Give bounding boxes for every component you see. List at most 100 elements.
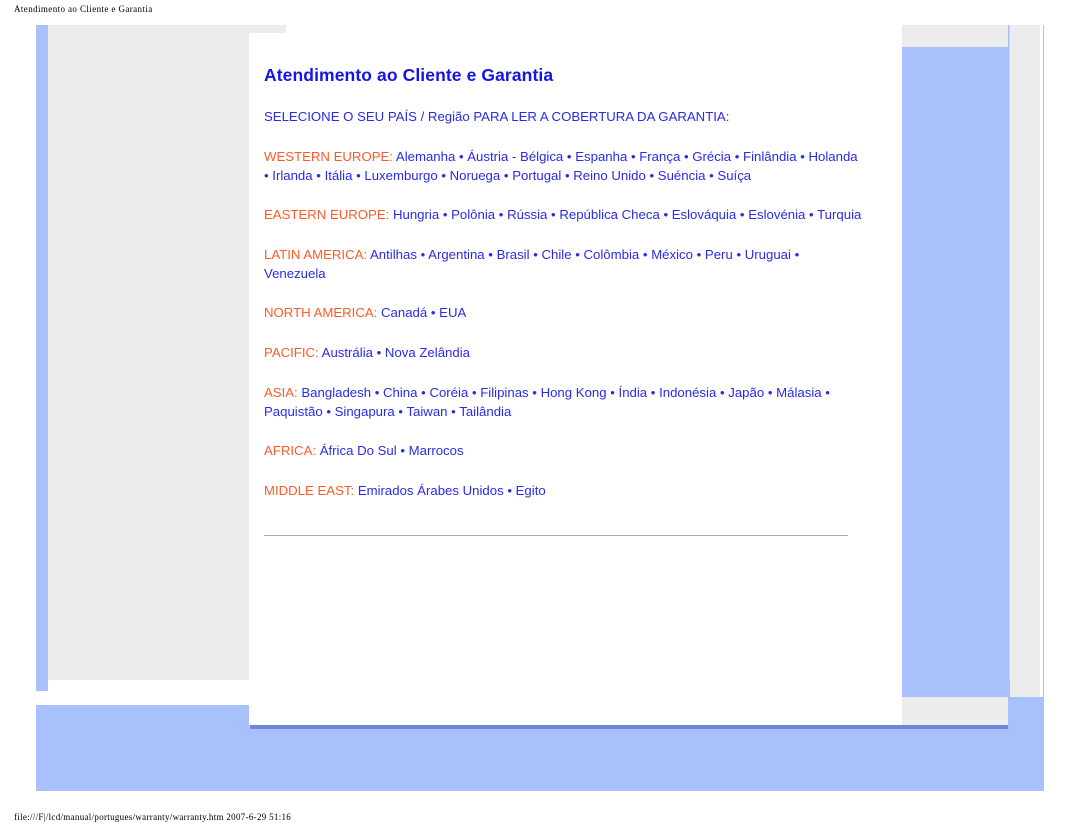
country-link[interactable]: República Checa <box>559 207 659 222</box>
country-link[interactable]: Indonésia <box>659 385 716 400</box>
bullet-separator: • <box>563 148 576 164</box>
bullet-separator: • <box>659 207 672 223</box>
country-link[interactable]: China <box>383 385 417 400</box>
country-link[interactable]: Hungria <box>393 207 439 222</box>
country-link[interactable]: Reino Unido <box>573 168 646 183</box>
country-link[interactable]: Paquistão <box>264 404 323 419</box>
bullet-separator: • <box>484 247 497 263</box>
country-link[interactable]: Suéncia <box>658 168 706 183</box>
country-link[interactable]: Índia <box>619 385 648 400</box>
bullet-separator: • <box>647 384 660 400</box>
bullet-separator: • <box>547 207 560 223</box>
country-link[interactable]: Luxemburgo <box>364 168 437 183</box>
bullet-separator: • <box>796 148 809 164</box>
country-link[interactable]: Suíça <box>717 168 751 183</box>
country-link[interactable]: África Do Sul <box>320 443 397 458</box>
select-country-instruction: SELECIONE O SEU PAÍS / Região PARA LER A… <box>264 109 730 124</box>
country-link[interactable]: Málasia <box>776 385 821 400</box>
country-link[interactable]: Peru <box>705 247 733 262</box>
bullet-separator: • <box>680 148 693 164</box>
country-link[interactable]: Filipinas <box>480 385 528 400</box>
country-link[interactable]: Grécia <box>692 149 731 164</box>
country-link[interactable]: Emirados Árabes Unidos <box>358 483 504 498</box>
bullet-separator: • <box>417 384 430 400</box>
content-divider <box>264 534 848 536</box>
country-link[interactable]: Venezuela <box>264 266 326 281</box>
bullet-separator: • <box>372 345 385 361</box>
right-vertical-rule <box>1009 25 1010 680</box>
bullet-separator: • <box>371 384 384 400</box>
country-link[interactable]: Rússia <box>507 207 547 222</box>
country-link[interactable]: Turquia <box>817 207 861 222</box>
country-link[interactable]: Eslováquia <box>672 207 737 222</box>
bullet-separator: • <box>437 167 450 183</box>
country-link[interactable]: Chile <box>542 247 572 262</box>
region-label: PACIFIC: <box>264 345 319 361</box>
bullet-separator: • <box>561 167 574 183</box>
country-link[interactable]: Singapura <box>335 404 395 419</box>
bullet-separator: • <box>571 247 584 263</box>
country-link[interactable]: Noruega <box>450 168 501 183</box>
country-link[interactable]: Áustria - Bélgica <box>467 149 563 164</box>
country-link[interactable]: Hong Kong <box>541 385 607 400</box>
country-link[interactable]: México <box>651 247 693 262</box>
region-block: EASTERN EUROPE: Hungria • Polônia • Rúss… <box>264 206 864 225</box>
region-block: LATIN AMERICA: Antilhas • Argentina • Br… <box>264 246 864 283</box>
country-link[interactable]: Espanha <box>575 149 627 164</box>
country-link[interactable]: Coréia <box>429 385 468 400</box>
region-label: ASIA: <box>264 384 298 400</box>
country-link[interactable]: Egito <box>516 483 546 498</box>
country-link[interactable]: Argentina <box>428 247 484 262</box>
bullet-separator: • <box>468 384 481 400</box>
bottom-white-band <box>249 697 902 725</box>
bullet-separator: • <box>805 207 818 223</box>
country-link[interactable]: Austrália <box>322 345 373 360</box>
bullet-separator: • <box>427 305 440 321</box>
region-list: WESTERN EUROPE: Alemanha • Áustria - Bél… <box>264 148 864 501</box>
bullet-separator: • <box>764 384 777 400</box>
country-link[interactable]: Marrocos <box>409 443 464 458</box>
bullet-separator: • <box>529 247 542 263</box>
right-blue-block <box>902 47 1010 699</box>
region-label: LATIN AMERICA: <box>264 247 368 263</box>
country-link[interactable]: Itália <box>325 168 353 183</box>
country-link[interactable]: Japão <box>728 385 764 400</box>
country-link[interactable]: Tailândia <box>459 404 511 419</box>
bullet-separator: • <box>732 247 745 263</box>
country-link[interactable]: Alemanha <box>396 149 455 164</box>
region-label: AFRICA: <box>264 443 317 459</box>
country-link[interactable]: Nova Zelândia <box>385 345 470 360</box>
bottom-shadow-bar <box>250 725 1008 729</box>
country-link[interactable]: Taiwan <box>406 404 447 419</box>
region-label: MIDDLE EAST: <box>264 483 355 499</box>
bullet-separator: • <box>639 247 652 263</box>
country-link[interactable]: Brasil <box>497 247 530 262</box>
bullet-separator: • <box>627 148 640 164</box>
country-link[interactable]: EUA <box>439 305 466 320</box>
country-link[interactable]: Irlanda <box>272 168 312 183</box>
country-link[interactable]: Uruguai <box>745 247 791 262</box>
country-link[interactable]: Portugal <box>512 168 561 183</box>
bullet-separator: • <box>495 207 508 223</box>
bullet-separator: • <box>396 443 409 459</box>
country-link[interactable]: Colômbia <box>584 247 640 262</box>
bullet-separator: • <box>528 384 541 400</box>
bullet-separator: • <box>416 247 429 263</box>
page-title: Atendimento ao Cliente e Garantia <box>264 65 554 85</box>
bullet-separator: • <box>352 167 365 183</box>
bullet-separator: • <box>447 403 460 419</box>
country-link[interactable]: Bangladesh <box>301 385 371 400</box>
country-link[interactable]: Eslovénia <box>748 207 805 222</box>
country-link[interactable]: Antilhas <box>370 247 417 262</box>
country-link[interactable]: Finlândia <box>743 149 797 164</box>
country-link[interactable]: França <box>639 149 680 164</box>
bullet-separator: • <box>503 483 516 499</box>
country-link[interactable]: Polônia <box>451 207 495 222</box>
bullet-separator: • <box>736 207 749 223</box>
bullet-separator: • <box>731 148 744 164</box>
bullet-separator: • <box>312 167 325 183</box>
country-link[interactable]: Canadá <box>381 305 427 320</box>
print-footer-path: file:///F|/lcd/manual/portugues/warranty… <box>14 812 292 822</box>
country-link[interactable]: Holanda <box>809 149 858 164</box>
bullet-separator: • <box>322 403 335 419</box>
